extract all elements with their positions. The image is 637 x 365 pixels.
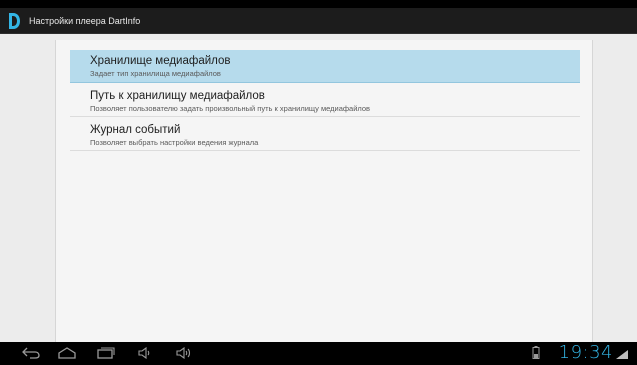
preferences-panel: Хранилище медиафайлов Задает тип хранили… — [55, 40, 593, 342]
status-bar-top — [0, 0, 637, 8]
pref-summary: Задает тип хранилища медиафайлов — [90, 69, 221, 78]
clock: 19:34 — [558, 342, 613, 363]
recent-apps-icon[interactable] — [95, 344, 117, 362]
battery-icon — [532, 346, 540, 364]
pref-media-storage-path[interactable]: Путь к хранилищу медиафайлов Позволяет п… — [70, 85, 580, 117]
pref-event-log[interactable]: Журнал событий Позволяет выбрать настрой… — [70, 119, 580, 151]
home-icon[interactable] — [56, 344, 78, 362]
action-bar: Настройки плеера DartInfo — [0, 8, 637, 34]
volume-up-icon[interactable] — [175, 344, 193, 362]
pref-title: Журнал событий — [90, 124, 181, 136]
pref-summary: Позволяет пользователю задать произвольн… — [90, 104, 371, 113]
pref-summary: Позволяет выбрать настройки ведения журн… — [90, 138, 259, 147]
volume-down-icon[interactable] — [137, 344, 153, 362]
navigation-bar: 19:34 — [0, 342, 637, 363]
pref-title: Путь к хранилищу медиафайлов — [90, 90, 265, 102]
back-icon[interactable] — [18, 344, 44, 362]
settings-content: Хранилище медиафайлов Задает тип хранили… — [0, 34, 637, 342]
pref-title: Хранилище медиафайлов — [90, 55, 231, 67]
dartinfo-logo-icon[interactable] — [7, 12, 21, 30]
wifi-signal-icon — [615, 347, 629, 365]
pref-media-storage[interactable]: Хранилище медиафайлов Задает тип хранили… — [70, 50, 580, 83]
app-title: Настройки плеера DartInfo — [29, 15, 141, 26]
